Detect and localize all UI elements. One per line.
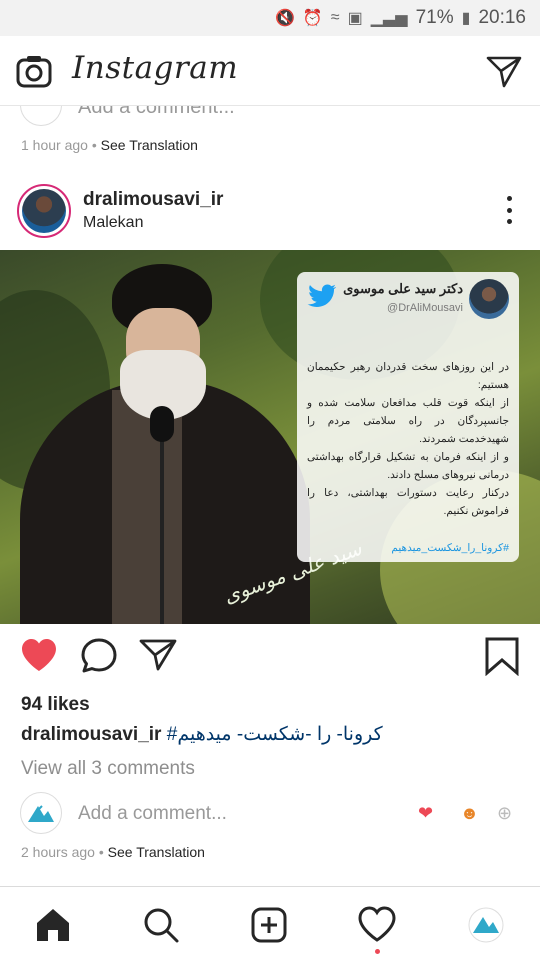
tweet-handle: @DrAliMousavi (387, 302, 463, 314)
twitter-bird-icon (307, 284, 337, 307)
tweet-line: از اینکه قوت قلب مدافعان سلامت شده و جان… (307, 397, 509, 445)
post-username[interactable]: dralimousavi_ir (83, 189, 223, 211)
mountain-logo-icon (28, 805, 54, 822)
post-actions (0, 636, 540, 684)
tweet-card: دکتر سید علی موسوی @DrAliMousavi در این … (297, 272, 519, 562)
sim-icon: ▣ (347, 10, 363, 27)
microphone-stand (160, 420, 164, 624)
battery-icon: ▮ (461, 10, 471, 27)
my-avatar (20, 792, 62, 834)
profile-icon[interactable] (466, 905, 506, 945)
post-image[interactable]: سید علی موسوی دکتر سید علی موسوی @DrAliM… (0, 250, 540, 624)
like-heart-icon[interactable] (19, 636, 59, 676)
microphone-icon (150, 406, 174, 442)
new-post-icon[interactable] (249, 905, 289, 945)
post-caption: dralimousavi_ir #کرونا- را -شکست- میدهیم (21, 723, 383, 746)
tweet-author-name: دکتر سید علی موسوی (343, 281, 463, 296)
tweet-line: درکنار رعایت دستورات بهداشتی، دعا را فرا… (307, 487, 509, 517)
tweet-hashtag: #کرونا_را_شکست_میدهیم (391, 542, 509, 554)
activity-notification-dot (375, 949, 380, 954)
face-emoji-icon[interactable]: ☻ (460, 803, 479, 824)
see-translation-link[interactable]: See Translation (101, 137, 198, 153)
direct-send-icon[interactable] (486, 54, 522, 88)
clock: 20:16 (478, 7, 526, 28)
previous-add-comment-row[interactable]: Add a comment... (0, 106, 540, 128)
alarm-icon: ⏰ (302, 10, 323, 27)
status-bar: 🔇 ⏰ ≈ ▣ ▁▃▅ 71% ▮ 20:16 (0, 0, 540, 36)
comment-input[interactable]: Add a comment... (78, 803, 227, 825)
see-translation-link[interactable]: See Translation (108, 844, 205, 860)
post-timestamp: 2 hours ago (21, 844, 95, 860)
bottom-navigation (0, 886, 540, 960)
mute-icon: 🔇 (274, 10, 295, 27)
share-icon[interactable] (138, 636, 178, 676)
app-header: Instagram (0, 36, 540, 106)
heart-emoji-icon[interactable]: ❤ (418, 803, 433, 824)
battery-level: 71% (415, 7, 454, 28)
add-comment-row[interactable]: Add a comment... ❤ ☻ ⊕ (0, 792, 540, 836)
activity-icon[interactable] (357, 905, 397, 945)
search-icon[interactable] (141, 905, 181, 945)
comment-icon[interactable] (79, 636, 119, 676)
view-all-comments-link[interactable]: View all 3 comments (21, 758, 195, 780)
comment-placeholder: Add a comment... (78, 106, 235, 118)
separator-dot: • (91, 137, 97, 153)
avatar (20, 106, 62, 126)
signal-icon: ▁▃▅ (370, 10, 408, 27)
post-timestamp: 1 hour ago (21, 137, 88, 153)
home-icon[interactable] (33, 905, 73, 945)
bookmark-icon[interactable] (482, 636, 522, 676)
avatar-image (22, 189, 66, 233)
more-options-icon[interactable] (504, 196, 514, 224)
camera-icon[interactable] (16, 54, 52, 88)
tweet-avatar (469, 279, 509, 319)
tweet-body: در این روزهای سخت قدردان رهبر حکیممان هس… (307, 358, 509, 520)
tweet-line: در این روزهای سخت قدردان رهبر حکیممان هس… (307, 361, 509, 391)
likes-count[interactable]: 94 likes (21, 694, 90, 716)
wifi-icon: ≈ (330, 9, 340, 26)
separator-dot: • (98, 844, 104, 860)
profile-avatar[interactable] (17, 184, 71, 238)
post-location[interactable]: Malekan (83, 214, 143, 232)
post-header: dralimousavi_ir Malekan (0, 178, 540, 244)
caption-username[interactable]: dralimousavi_ir (21, 724, 161, 745)
previous-post-time: 1 hour ago • See Translation (21, 137, 198, 153)
add-emoji-icon[interactable]: ⊕ (497, 803, 512, 824)
instagram-logo: Instagram (72, 50, 239, 86)
caption-hashtag[interactable]: #کرونا- را -شکست- میدهیم (167, 724, 383, 745)
tweet-line: و از اینکه فرمان به تشکیل قرارگاه بهداشت… (307, 451, 509, 481)
post-time: 2 hours ago • See Translation (21, 844, 205, 860)
